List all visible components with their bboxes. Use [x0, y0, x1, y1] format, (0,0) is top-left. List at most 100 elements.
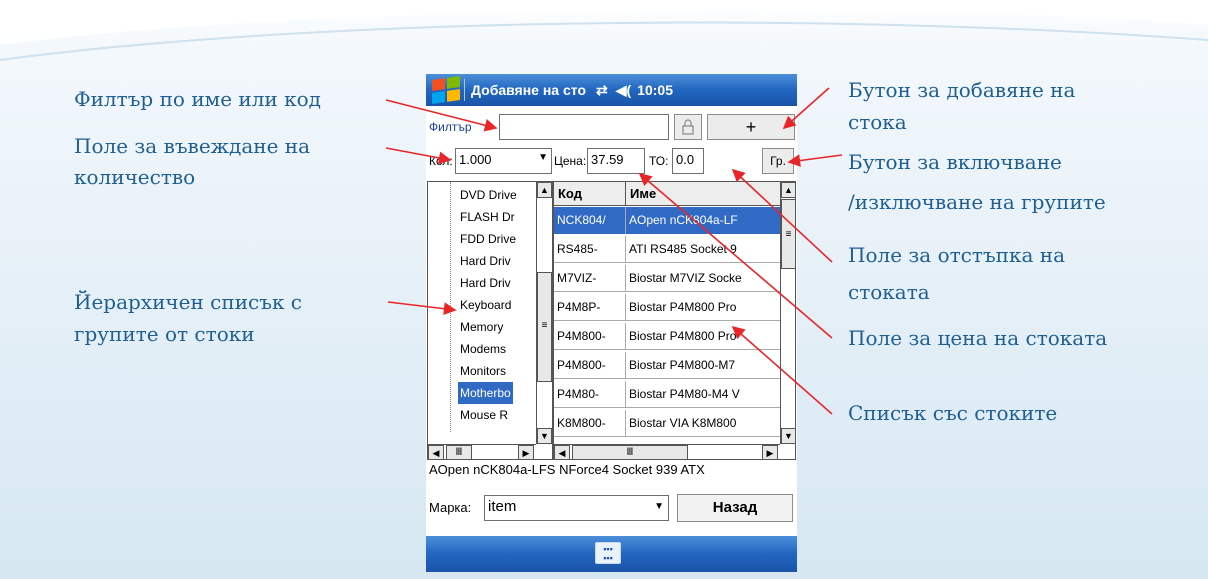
annotation-discount-line1: Поле за отстъпка на [848, 243, 1066, 267]
window-title: Добавяне на сто [471, 82, 586, 98]
cell-name: Biostar P4M800 Pro [629, 300, 737, 314]
speaker-icon[interactable]: ◀( [616, 82, 631, 99]
tree-item[interactable]: Hard Driv [460, 272, 511, 294]
column-header-code[interactable]: Код [554, 182, 626, 206]
tree-item[interactable]: Monitors [460, 360, 506, 382]
lock-button[interactable] [674, 114, 702, 140]
quantity-dropdown[interactable]: 1.000 ▼ [455, 148, 552, 174]
price-input[interactable]: 37.59 [587, 148, 645, 174]
tree-vertical-scrollbar[interactable]: ▲ ≡ ▼ [536, 182, 552, 444]
menu-bar: ▪▪▪ ▪▪▪ ▬ [426, 536, 797, 572]
grid-vertical-scrollbar[interactable]: ▲ ≡ ▼ [780, 182, 795, 444]
column-header-name[interactable]: Име [626, 182, 780, 206]
scroll-up-icon[interactable]: ▲ [537, 182, 552, 198]
cell-code: P4M800- [554, 352, 626, 379]
scroll-left-icon[interactable]: ◀ [428, 445, 444, 459]
tree-horizontal-scrollbar[interactable]: ◀ Ⅲ ▶ [428, 444, 536, 459]
tree-item[interactable]: Motherbo [458, 382, 513, 404]
scroll-thumb[interactable]: Ⅲ [446, 445, 472, 459]
table-row[interactable]: P4M80- Biostar P4M80-M4 V [554, 381, 780, 408]
scroll-thumb[interactable]: ≡ [537, 272, 552, 382]
cell-name: Biostar P4M800-M7 [629, 358, 736, 372]
quantity-value: 1.000 [459, 152, 492, 167]
annotation-filter: Филтър по име или код [74, 87, 321, 111]
tree-item[interactable]: Modems [460, 338, 506, 360]
grid-horizontal-scrollbar[interactable]: ◀ Ⅲ ▶ [554, 444, 780, 459]
product-description: AOpen nCK804a-LFS NForce4 Socket 939 ATX [429, 462, 705, 477]
title-separator [464, 79, 465, 101]
tree-item[interactable]: Keyboard [460, 294, 511, 316]
cell-code: NCK804/ [554, 207, 626, 234]
pda-screen: Добавяне на сто ⇄ ◀( 10:05 Филтър + Кол:… [426, 74, 797, 572]
windows-start-icon[interactable] [432, 76, 460, 104]
annotation-discount-line2: стоката [848, 280, 930, 304]
chevron-down-icon[interactable]: ▼ [538, 152, 548, 163]
scroll-down-icon[interactable]: ▼ [781, 428, 795, 444]
discount-input[interactable]: 0.0 [672, 148, 704, 174]
cell-code: RS485- [554, 236, 626, 263]
cell-name: AOpen nCK804a-LF [626, 207, 780, 234]
table-row[interactable]: NCK804/AOpen nCK804a-LF [554, 207, 780, 234]
product-list[interactable]: Код Име NCK804/AOpen nCK804a-LF RS485- ATI… [553, 181, 796, 460]
filter-label: Филтър [429, 120, 472, 134]
tree-item[interactable]: FLASH Dr [460, 206, 515, 228]
annotation-groups-line1: Бутон за включване [848, 150, 1062, 174]
scroll-right-icon[interactable]: ▶ [762, 445, 778, 459]
grid-header: Код Име [554, 182, 780, 206]
tree-item[interactable]: Mouse R [460, 404, 508, 426]
annotation-price: Поле за цена на стоката [848, 326, 1108, 350]
brand-value: item [488, 498, 517, 515]
tree-guide-line [450, 182, 451, 432]
scroll-thumb[interactable]: Ⅲ [572, 445, 688, 459]
group-tree[interactable]: DVD Drive FLASH Dr FDD Drive Hard Driv Hard … [427, 181, 553, 460]
annotation-hierarchy-line1: Йерархичен списък с [74, 290, 303, 314]
cell-name: Biostar P4M800 Pro [629, 329, 737, 343]
cell-name: Biostar VIA K8M800 [629, 416, 737, 430]
scroll-right-icon[interactable]: ▶ [518, 445, 534, 459]
cell-code: P4M800- [554, 323, 626, 350]
scroll-down-icon[interactable]: ▼ [537, 428, 552, 444]
chevron-down-icon[interactable]: ▼ [654, 501, 664, 512]
annotation-list: Списък със стоките [848, 401, 1058, 425]
annotation-groups-line2: /изключване на групите [848, 190, 1106, 214]
annotation-add-line1: Бутон за добавяне на [848, 78, 1076, 102]
scroll-up-icon[interactable]: ▲ [781, 182, 795, 198]
title-bar: Добавяне на сто ⇄ ◀( 10:05 [426, 74, 797, 106]
groups-toggle-button[interactable]: Гр. [762, 148, 794, 174]
cell-code: P4M8P- [554, 294, 626, 321]
annotation-hierarchy-line2: групите от стоки [74, 322, 255, 346]
cell-code: M7VIZ- [554, 265, 626, 292]
clock[interactable]: 10:05 [637, 82, 673, 98]
add-item-button[interactable]: + [707, 114, 795, 140]
cell-name: Biostar M7VIZ Socke [629, 271, 742, 285]
quantity-label: Кол: [429, 154, 453, 168]
table-row[interactable]: P4M8P- Biostar P4M800 Pro [554, 294, 780, 321]
tree-item[interactable]: Hard Driv [460, 250, 511, 272]
cell-code: K8M800- [554, 410, 626, 437]
table-row[interactable]: P4M800- Biostar P4M800-M7 [554, 352, 780, 379]
table-row[interactable]: P4M800- Biostar P4M800 Pro [554, 323, 780, 350]
annotation-quantity-line1: Поле за въвеждане на [74, 134, 311, 158]
annotation-add-line2: стока [848, 110, 907, 134]
back-button[interactable]: Назад [677, 494, 793, 522]
brand-label: Марка: [429, 500, 472, 515]
discount-label: ТО: [649, 154, 669, 168]
filter-input[interactable] [499, 114, 669, 140]
table-row[interactable]: K8M800- Biostar VIA K8M800 [554, 410, 780, 437]
table-row[interactable]: M7VIZ- Biostar M7VIZ Socke [554, 265, 780, 292]
scroll-thumb[interactable]: ≡ [781, 199, 795, 269]
tree-item[interactable]: Memory [460, 316, 503, 338]
price-label: Цена: [554, 154, 587, 168]
scroll-left-icon[interactable]: ◀ [554, 445, 570, 459]
keyboard-icon[interactable]: ▪▪▪ ▪▪▪ ▬ [595, 542, 621, 572]
lock-icon [682, 119, 694, 135]
cell-name: Biostar P4M80-M4 V [629, 387, 740, 401]
tree-item[interactable]: DVD Drive [460, 184, 517, 206]
annotation-quantity-line2: количество [74, 165, 196, 189]
cell-code: P4M80- [554, 381, 626, 408]
cell-name: ATI RS485 Socket 9 [629, 242, 737, 256]
table-row[interactable]: RS485- ATI RS485 Socket 9 [554, 236, 780, 263]
sync-arrows-icon[interactable]: ⇄ [596, 82, 608, 99]
brand-dropdown[interactable]: item ▼ [484, 495, 669, 521]
tree-item[interactable]: FDD Drive [460, 228, 516, 250]
